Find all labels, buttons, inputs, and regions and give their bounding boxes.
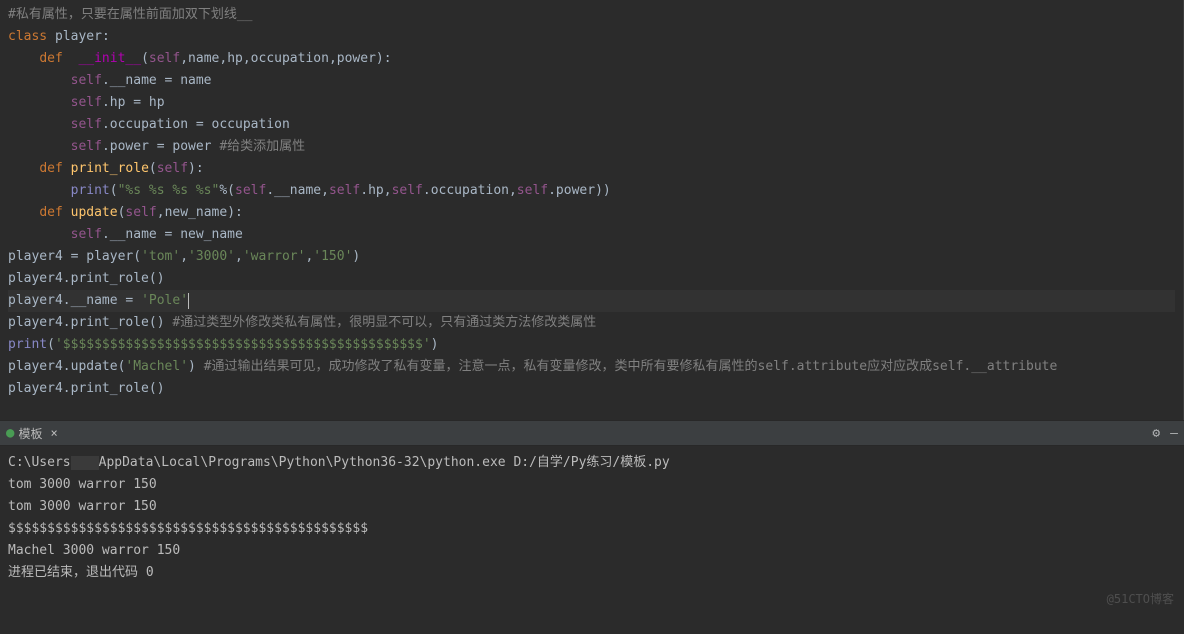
- code-line: player4.print_role(): [8, 378, 1175, 400]
- code-line: def print_role(self):: [8, 158, 1175, 180]
- console-line: $$$$$$$$$$$$$$$$$$$$$$$$$$$$$$$$$$$$$$$$…: [8, 518, 1176, 540]
- console-tab[interactable]: ● 模板 ×: [6, 425, 58, 442]
- code-line: print('$$$$$$$$$$$$$$$$$$$$$$$$$$$$$$$$$…: [8, 334, 1175, 356]
- comment: #私有属性，只要在属性前面加双下划线__: [8, 7, 252, 22]
- code-line: player4.print_role(): [8, 268, 1175, 290]
- code-line: player4 = player('tom','3000','warror','…: [8, 246, 1175, 268]
- minimize-icon[interactable]: —: [1170, 426, 1178, 441]
- code-line: self.hp = hp: [8, 92, 1175, 114]
- console-output[interactable]: C:\UsersAppData\Local\Programs\Python\Py…: [0, 446, 1184, 616]
- console-line: 进程已结束，退出代码 0: [8, 562, 1176, 584]
- code-line: self.power = power #给类添加属性: [8, 136, 1175, 158]
- cursor-icon: [188, 293, 189, 309]
- code-line: print("%s %s %s %s"%(self.__name,self.hp…: [8, 180, 1175, 202]
- console-line: Machel 3000 warror 150: [8, 540, 1176, 562]
- code-line: self.__name = new_name: [8, 224, 1175, 246]
- code-line: def update(self,new_name):: [8, 202, 1175, 224]
- console-line: tom 3000 warror 150: [8, 474, 1176, 496]
- code-line: #私有属性，只要在属性前面加双下划线__: [8, 4, 1175, 26]
- code-line: player4.update('Machel') #通过输出结果可见，成功修改了…: [8, 356, 1175, 378]
- run-status-icon: ●: [6, 425, 14, 441]
- console-panel-header: ● 模板 × ⚙ —: [0, 420, 1184, 446]
- code-line: player4.print_role() #通过类型外修改类私有属性，很明显不可…: [8, 312, 1175, 334]
- code-line-active: player4.__name = 'Pole': [8, 290, 1175, 312]
- console-line: C:\UsersAppData\Local\Programs\Python\Py…: [8, 452, 1176, 474]
- close-tab-icon[interactable]: ×: [50, 426, 57, 440]
- console-tab-label: 模板: [18, 425, 42, 442]
- watermark: @51CTO博客: [1107, 588, 1174, 610]
- code-line: self.__name = name: [8, 70, 1175, 92]
- redacted-block: [71, 456, 99, 470]
- console-line: tom 3000 warror 150: [8, 496, 1176, 518]
- code-line: self.occupation = occupation: [8, 114, 1175, 136]
- code-line: class player:: [8, 26, 1175, 48]
- code-editor[interactable]: #私有属性，只要在属性前面加双下划线__ class player: def _…: [0, 0, 1184, 420]
- code-line: def __init__(self,name,hp,occupation,pow…: [8, 48, 1175, 70]
- gear-icon[interactable]: ⚙: [1152, 426, 1160, 441]
